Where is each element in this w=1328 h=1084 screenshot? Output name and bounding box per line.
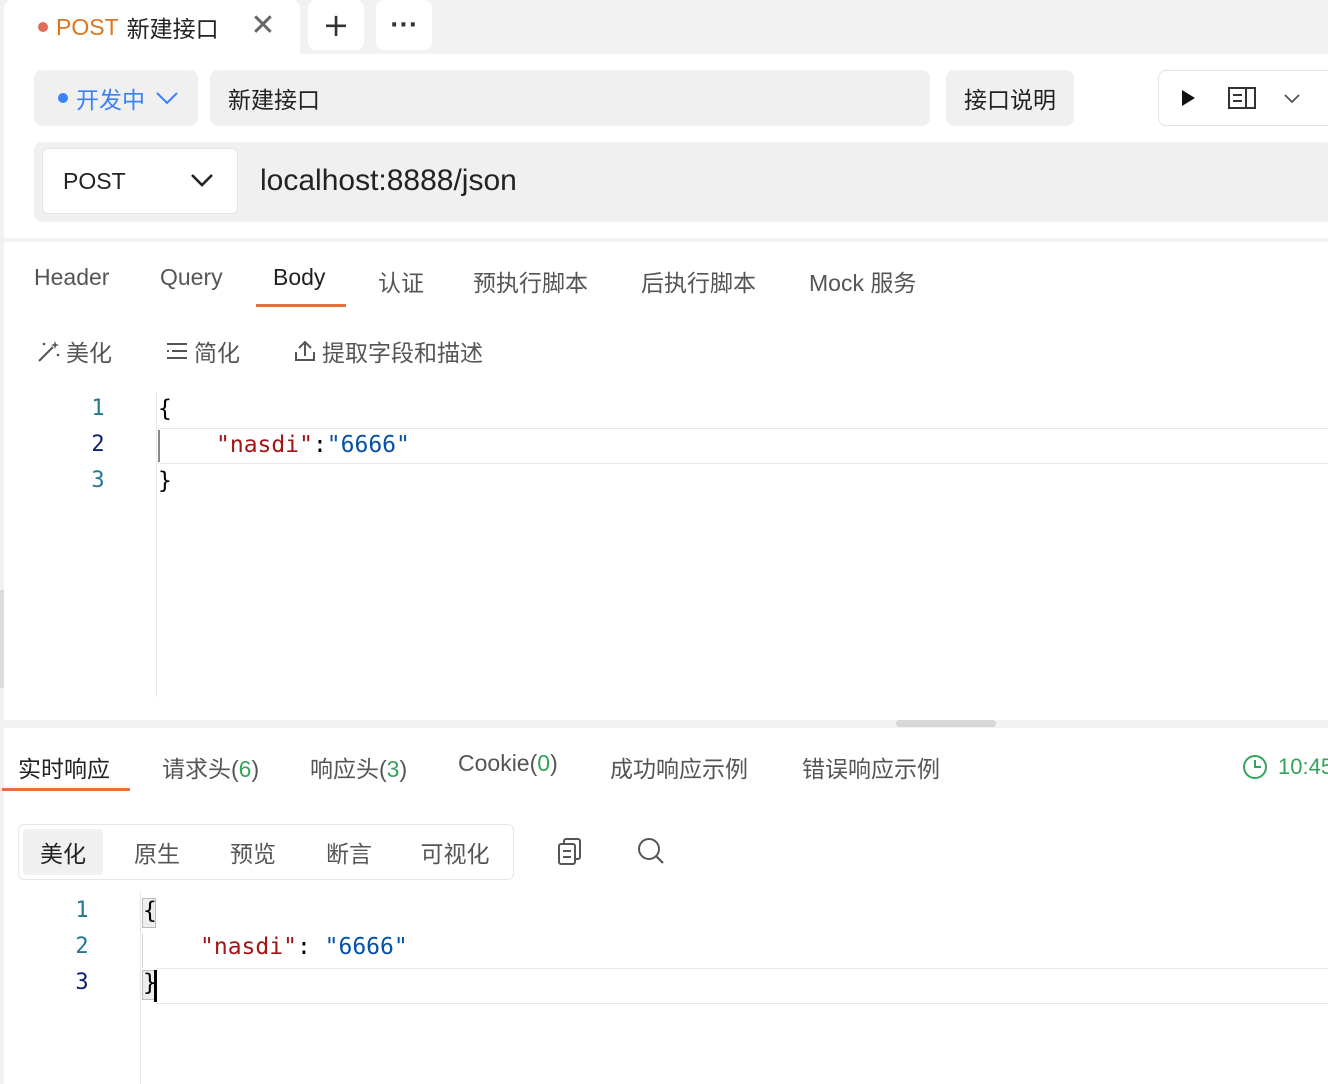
chevron-down-icon — [191, 174, 213, 187]
left-resize-handle[interactable] — [0, 590, 4, 688]
panel-splitter-handle[interactable] — [896, 720, 996, 727]
tab-label: 响应头( — [310, 756, 387, 782]
status-dropdown[interactable]: 开发中 — [34, 70, 198, 126]
play-icon[interactable] — [1177, 87, 1199, 109]
clock-icon — [1243, 755, 1267, 779]
tab-error-example[interactable]: 错误响应示例 — [802, 750, 940, 784]
tab-post-script[interactable]: 后执行脚本 — [641, 264, 756, 298]
extract-fields-button[interactable]: 提取字段和描述 — [292, 334, 483, 368]
api-description-button[interactable]: 接口说明 — [946, 70, 1074, 126]
code-line: { — [158, 396, 172, 422]
tab-label: 请求头( — [162, 756, 239, 782]
upload-icon — [295, 340, 315, 361]
line-number: 2 — [91, 432, 105, 457]
tab-label: ) — [399, 756, 408, 782]
tab-auth[interactable]: 认证 — [378, 264, 424, 298]
tab-response-headers[interactable]: 响应头(3) — [310, 750, 407, 784]
unsaved-dot-icon — [38, 22, 48, 32]
tab-query[interactable]: Query — [160, 264, 223, 291]
response-panel: 实时响应 请求头(6) 响应头(3) Cookie(0) 成功响应示例 错误响应… — [2, 728, 1328, 1084]
tab-pre-script[interactable]: 预执行脚本 — [473, 264, 588, 298]
simplify-button[interactable]: 简化 — [164, 334, 240, 368]
response-body-editor[interactable]: 1 2 3 { "nasdi": "6666" } — [4, 892, 1328, 1084]
count-badge: 0 — [537, 750, 551, 776]
json-colon: : — [296, 934, 325, 960]
json-key: "nasdi" — [200, 934, 297, 960]
line-number: 3 — [91, 468, 105, 493]
magic-wand-icon — [38, 341, 60, 362]
tab-label: ) — [550, 750, 558, 776]
url-bar: POST localhost:8888/json — [34, 142, 1328, 222]
response-view-switch: 美化 原生 预览 断言 可视化 — [18, 824, 514, 880]
request-tab[interactable]: POST 新建接口 ✕ — [4, 0, 300, 54]
tab-label: ) — [251, 756, 260, 782]
response-time-value: 10:45 — [1278, 754, 1328, 779]
api-name-input[interactable]: 新建接口 — [210, 70, 930, 126]
active-tab-indicator — [256, 304, 346, 307]
current-line-highlight — [156, 968, 1328, 1004]
method-select-value: POST — [63, 167, 126, 194]
code-line: } — [158, 468, 172, 494]
tab-cookie[interactable]: Cookie(0) — [458, 750, 558, 777]
document-icon[interactable] — [1227, 85, 1257, 111]
view-raw[interactable]: 原生 — [117, 829, 197, 875]
tab-success-example[interactable]: 成功响应示例 — [610, 750, 748, 784]
editor-gutter — [140, 892, 141, 1084]
active-tab-indicator — [2, 788, 130, 791]
text-caret — [154, 970, 157, 1002]
view-preview[interactable]: 预览 — [213, 829, 293, 875]
request-body-panel: Header Query Body 认证 预执行脚本 后执行脚本 Mock 服务… — [4, 242, 1328, 720]
status-dot-icon — [58, 93, 68, 103]
view-assert[interactable]: 断言 — [309, 829, 389, 875]
indent-guide — [142, 934, 143, 968]
url-input[interactable]: localhost:8888/json — [260, 164, 517, 198]
method-select[interactable]: POST — [42, 148, 238, 214]
tab-label: Cookie( — [458, 750, 538, 776]
line-number: 2 — [75, 934, 89, 959]
code-line: "nasdi":"6666" — [216, 432, 410, 458]
tab-strip: POST 新建接口 ✕ + ··· — [0, 0, 1328, 54]
request-body-editor[interactable]: 1 2 3 { "nasdi":"6666" } — [4, 392, 1328, 702]
json-key: "nasdi" — [216, 432, 313, 458]
request-tab-method: POST — [56, 13, 119, 40]
tab-mock-service[interactable]: Mock 服务 — [809, 264, 916, 298]
line-number: 1 — [91, 396, 105, 421]
more-tabs-button[interactable]: ··· — [376, 0, 432, 50]
list-icon — [167, 343, 187, 359]
json-colon: : — [312, 432, 327, 458]
line-number: 3 — [75, 970, 89, 995]
view-beautify[interactable]: 美化 — [23, 829, 103, 875]
view-visualize[interactable]: 可视化 — [405, 829, 505, 875]
chevron-down-icon — [156, 92, 178, 105]
count-badge: 3 — [386, 756, 400, 782]
search-icon[interactable] — [636, 836, 666, 866]
line-number: 1 — [75, 898, 89, 923]
close-icon[interactable]: ✕ — [250, 11, 276, 41]
tab-request-headers[interactable]: 请求头(6) — [162, 750, 259, 784]
code-line: "nasdi": "6666" — [200, 934, 408, 960]
code-line: { — [143, 898, 157, 924]
extract-fields-label: 提取字段和描述 — [322, 340, 483, 366]
chevron-down-icon[interactable] — [1283, 93, 1301, 105]
run-button-group — [1158, 70, 1328, 126]
beautify-button[interactable]: 美化 — [36, 334, 112, 368]
tab-header[interactable]: Header — [34, 264, 109, 291]
tab-body[interactable]: Body — [273, 264, 325, 291]
copy-icon[interactable] — [556, 836, 584, 866]
editor-gutter — [156, 392, 157, 697]
count-badge: 6 — [238, 756, 252, 782]
text-caret — [158, 430, 160, 462]
beautify-label: 美化 — [66, 340, 112, 366]
request-tab-name: 新建接口 — [126, 16, 219, 42]
tab-realtime-response[interactable]: 实时响应 — [18, 750, 110, 784]
json-value: "6666" — [326, 432, 410, 458]
simplify-label: 简化 — [194, 340, 240, 366]
response-time: 10:45 — [1242, 754, 1328, 780]
add-tab-button[interactable]: + — [308, 0, 364, 50]
status-label: 开发中 — [76, 87, 145, 113]
json-value: "6666" — [324, 934, 408, 960]
request-panel: 开发中 新建接口 接口说明 POST localhost:8888/json — [4, 54, 1328, 238]
